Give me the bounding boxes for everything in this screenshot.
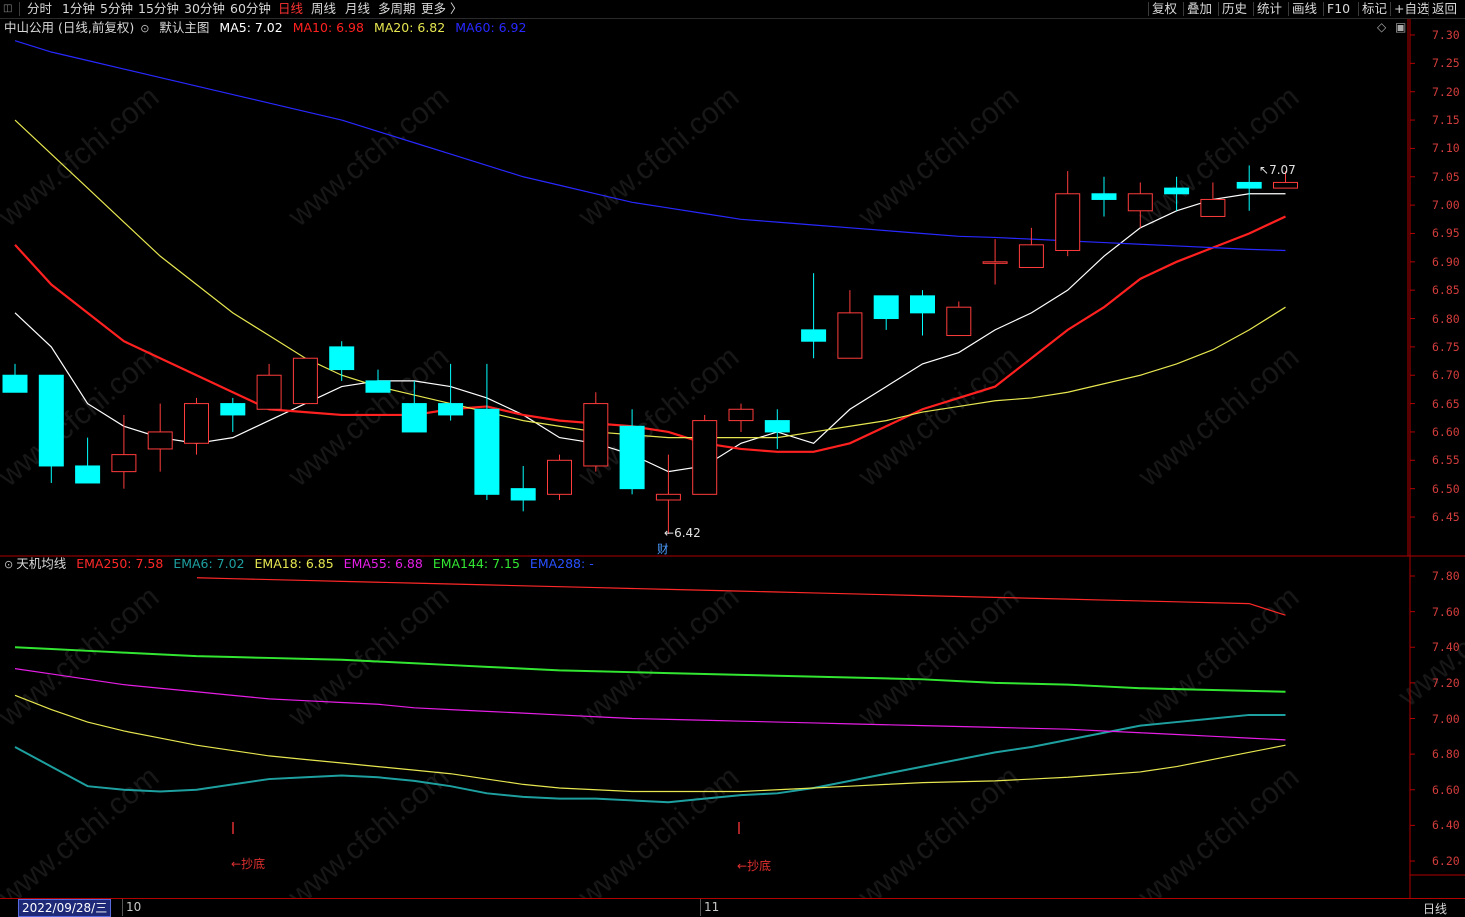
ema-line-ema55 [14,668,1286,741]
candle-body-up [692,420,718,495]
main-axis-tick: 6.85 [1432,283,1460,298]
signal-marker-2: ←抄底 [737,859,772,873]
candle-body-up [946,306,972,337]
candle-body-down [764,420,790,433]
kline-chart[interactable] [0,0,1465,916]
candle-body-up [655,493,681,501]
ema-line-ema250 [196,577,1286,616]
ma-line-ma20 [14,119,1286,439]
main-axis-tick: 7.25 [1432,56,1460,71]
sub-axis-tick: 6.80 [1432,747,1460,762]
candle-body-up [837,312,863,359]
candle-body-down [329,346,355,371]
high-price-marker: ↖7.07 [1259,163,1296,177]
candle-body-down [438,403,464,416]
candle-body-up [583,403,609,467]
main-axis-tick: 7.15 [1432,113,1460,128]
month-label-10: 10 [126,900,142,914]
candle-body-up [728,408,754,422]
sub-axis-tick: 6.60 [1432,782,1460,797]
ema-line-ema18 [14,694,1286,793]
main-axis-tick: 6.75 [1432,339,1460,354]
candle-body-down [75,465,101,484]
candle-body-up [1055,193,1081,251]
period-indicator[interactable]: 日线 [1423,900,1447,917]
candle-body-down [910,295,935,314]
candle-body-down [2,374,28,393]
main-axis-tick: 6.65 [1432,396,1460,411]
main-axis-tick: 6.60 [1432,424,1460,439]
candle-body-down [38,374,64,467]
candle-body-up [184,403,209,444]
sub-axis-tick: 7.40 [1432,640,1460,655]
sub-axis-tick: 7.60 [1432,604,1460,619]
candle-body-down [401,403,427,433]
sub-axis-tick: 6.40 [1432,818,1460,833]
candle-body-down [474,408,500,495]
month-label-11: 11 [704,900,720,914]
candle-body-up [1200,198,1226,217]
candle-body-down [365,380,391,393]
main-axis-tick: 6.55 [1432,453,1460,468]
signal-marker-1: ←抄底 [231,857,266,871]
ma-line-ma60 [14,40,1286,252]
candle-body-up [982,261,1008,264]
main-axis-tick: 7.05 [1432,169,1460,184]
finance-event-marker[interactable]: 财 [657,541,669,557]
ema-line-ema144 [14,646,1286,693]
main-axis-tick: 7.10 [1432,141,1460,156]
candle-body-down [873,295,899,320]
candle-body-down [1236,181,1262,189]
main-axis-tick: 7.00 [1432,198,1460,213]
date-axis: 2022/09/28/三 10 11 日线 [0,898,1465,917]
main-axis-tick: 6.50 [1432,481,1460,496]
candle-body-up [547,459,572,495]
candle-body-up [111,454,137,473]
main-axis-tick: 6.80 [1432,311,1460,326]
main-axis-tick: 6.90 [1432,254,1460,269]
cursor-date: 2022/09/28/三 [18,899,112,917]
candle-body-up [1127,193,1153,212]
main-axis-tick: 6.45 [1432,510,1460,524]
main-axis-tick: 7.30 [1432,28,1460,42]
candle-body-down [1164,187,1190,195]
main-axis-tick: 7.20 [1432,84,1460,99]
candle-body-up [1273,181,1298,189]
candle-body-down [801,329,827,342]
main-axis-tick: 6.95 [1432,226,1460,241]
ema-line-ema6 [14,713,1286,804]
low-price-marker: ←6.42 [664,526,701,540]
sub-axis-tick: 7.20 [1432,675,1460,690]
candle-body-up [147,431,173,450]
candle-body-down [619,425,645,490]
candle-body-down [1091,193,1117,200]
candle-body-up [256,374,282,410]
sub-axis-tick: 7.00 [1432,711,1460,726]
candle-body-up [1018,244,1044,268]
candle-body-down [510,488,536,501]
sub-axis-tick: 6.20 [1432,854,1460,868]
candle-body-down [220,403,246,416]
main-axis-tick: 6.70 [1432,368,1460,383]
candle-body-up [292,357,318,405]
sub-axis-tick: 7.80 [1432,569,1460,583]
